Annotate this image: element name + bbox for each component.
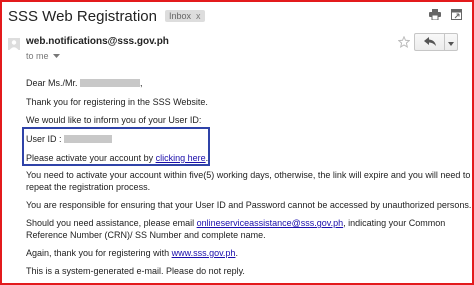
reply-actions [414,33,458,51]
inbox-label-text: Inbox [168,11,191,21]
assistance-email-link[interactable]: onlineserviceassistance@sss.gov.ph [197,218,344,228]
paragraph-inform: We would like to inform you of your User… [26,115,202,125]
assistance-text: Should you need assistance, please email [26,218,197,228]
print-icon[interactable] [429,9,441,20]
subject-row: SSS Web Registration Inbox x [8,6,205,26]
more-options-icon [448,33,454,51]
caret-down-icon[interactable] [52,51,60,61]
paragraph-again: Again, thank you for registering with ww… [26,248,238,258]
reply-button[interactable] [415,34,445,50]
more-options-button[interactable] [445,34,457,50]
remove-label-button[interactable]: x [196,11,201,21]
reply-icon [423,33,436,51]
star-icon[interactable] [397,35,411,53]
email-subject: SSS Web Registration [8,7,157,25]
greeting-comma: , [140,78,143,88]
inbox-label-badge[interactable]: Inbox x [164,10,205,22]
paragraph-assistance-line2: Reference Number (CRN)/ SS Number and co… [26,230,266,240]
recipient-label: to me [26,51,49,61]
paragraph-thanks: Thank you for registering in the SSS Web… [26,97,208,107]
sss-website-link[interactable]: www.sss.gov.ph [172,248,236,258]
paragraph-system-generated: This is a system-generated e-mail. Pleas… [26,266,245,276]
redacted-name [80,79,141,87]
greeting-text: Dear Ms./Mr. [26,78,78,88]
new-window-icon[interactable] [451,9,462,20]
again-period: . [235,248,238,258]
recipient-row[interactable]: to me [26,51,60,61]
assistance-text-end: , indicating your Common [343,218,446,228]
paragraph-assistance-line1: Should you need assistance, please email… [26,218,445,228]
again-text: Again, thank you for registering with [26,248,172,258]
sender-address: web.notifications@sss.gov.ph [26,36,169,47]
person-icon [8,37,20,55]
paragraph-responsibility: You are responsible for ensuring that yo… [26,200,472,210]
user-id-highlight-box [22,127,210,166]
greeting-line: Dear Ms./Mr. , [26,78,143,88]
paragraph-deadline-line2: repeat the registration process. [26,182,151,192]
thread-actions [429,9,462,20]
paragraph-deadline-line1: You need to activate your account within… [26,170,471,180]
